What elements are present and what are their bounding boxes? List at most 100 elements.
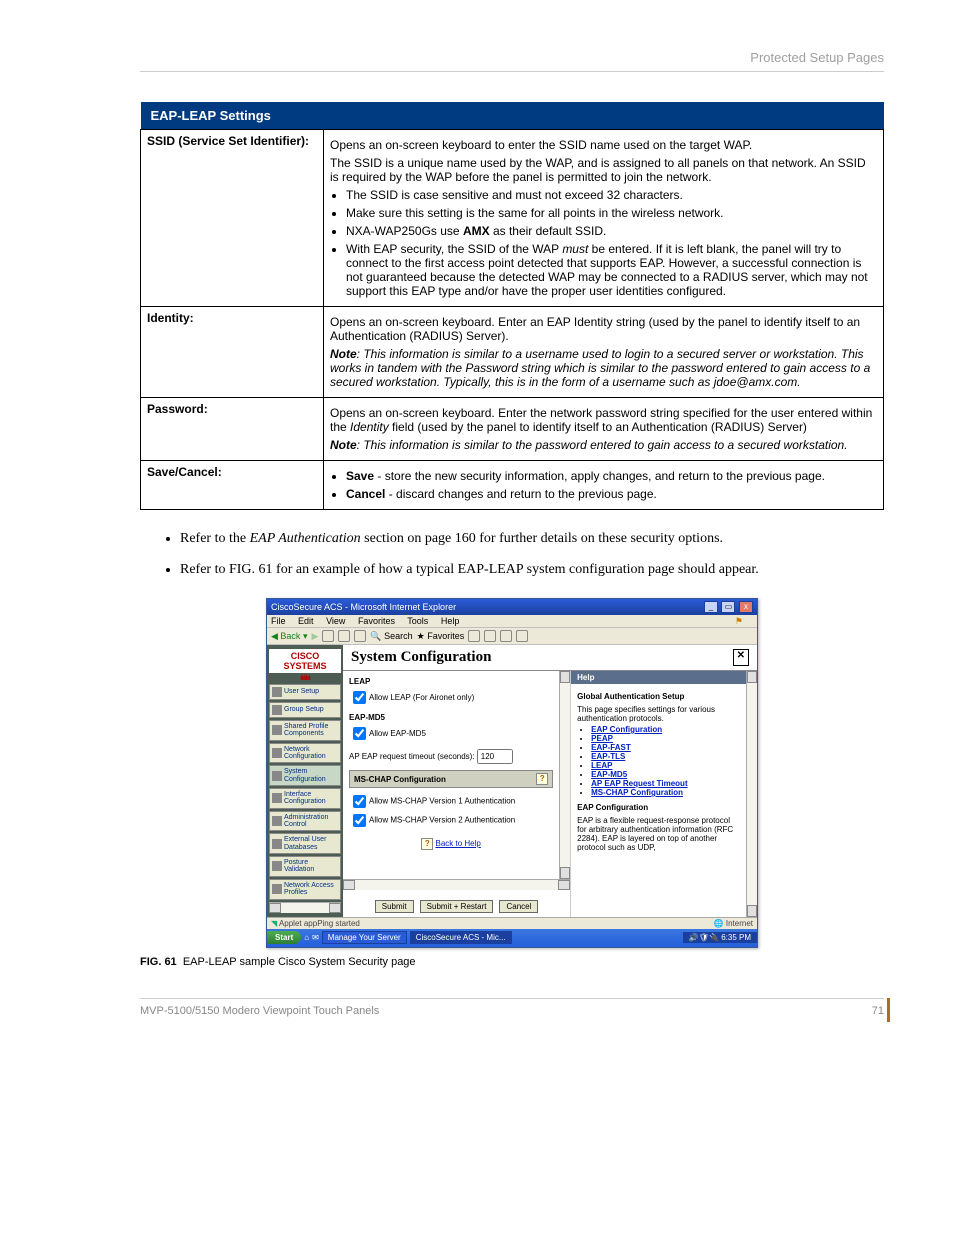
- sidebar-item-system-config[interactable]: System Configuration: [269, 765, 341, 786]
- text: Allow MS-CHAP Version 1 Authentication: [369, 797, 515, 806]
- sidebar-item-external-user[interactable]: External User Databases: [269, 833, 341, 854]
- minimize-icon[interactable]: _: [704, 601, 718, 613]
- text: field (used by the panel to identify its…: [389, 420, 807, 434]
- status-right: 🌐 Internet: [714, 919, 753, 928]
- sidebar-item-interface-config[interactable]: Interface Configuration: [269, 788, 341, 809]
- sidebar-item-user-setup[interactable]: User Setup: [269, 684, 341, 700]
- text: EAP Authentication: [250, 531, 361, 546]
- mschap-v1-checkbox[interactable]: Allow MS-CHAP Version 1 Authentication: [349, 792, 553, 811]
- allow-eapmd5-checkbox[interactable]: Allow EAP-MD5: [349, 729, 426, 738]
- home-icon[interactable]: [354, 630, 366, 642]
- submit-button[interactable]: Submit: [375, 900, 414, 913]
- label: AP EAP request timeout (seconds):: [349, 752, 475, 761]
- help-icon[interactable]: ?: [536, 773, 548, 785]
- help-link[interactable]: MS-CHAP Configuration: [591, 788, 683, 797]
- sidebar-item-shared-profile[interactable]: Shared Profile Components: [269, 720, 341, 741]
- menu-help[interactable]: Help: [441, 616, 460, 626]
- table-title: EAP-LEAP Settings: [141, 102, 884, 130]
- stop-icon[interactable]: [322, 630, 334, 642]
- text: CiscoSecure ACS - Mic...: [416, 933, 506, 942]
- text: Interface Configuration: [284, 791, 338, 806]
- help-link[interactable]: EAP-MD5: [591, 770, 627, 779]
- text: Allow EAP-MD5: [369, 729, 426, 738]
- sidebar-item-network-config[interactable]: Network Configuration: [269, 743, 341, 764]
- favorites-button[interactable]: ★ Favorites: [417, 631, 465, 642]
- icon: [272, 748, 282, 758]
- text: Identity: [350, 420, 389, 434]
- right-scrollbar[interactable]: [746, 671, 757, 917]
- mail-icon[interactable]: [484, 630, 496, 642]
- text: With EAP security, the SSID of the WAP m…: [346, 242, 877, 298]
- status-left: ◥ Applet appPing started: [271, 919, 360, 928]
- close-panel-button[interactable]: ✕: [733, 649, 749, 666]
- allow-leap-checkbox[interactable]: Allow LEAP (For Aironet only): [349, 693, 474, 702]
- savecancel-label: Save/Cancel:: [141, 461, 324, 510]
- window-controls: _ ▭ x: [703, 601, 753, 613]
- close-icon[interactable]: x: [739, 601, 753, 613]
- page-footer: MVP-5100/5150 Modero Viewpoint Touch Pan…: [140, 998, 884, 1017]
- icon: [272, 705, 282, 715]
- help-link[interactable]: LEAP: [591, 761, 612, 770]
- ap-timeout-input[interactable]: [477, 749, 513, 764]
- text: Shared Profile Components: [284, 723, 338, 738]
- text: External User Databases: [284, 836, 338, 851]
- cancel-button[interactable]: Cancel: [499, 900, 538, 913]
- print-icon[interactable]: [500, 630, 512, 642]
- quicklaunch-icon[interactable]: ✉: [312, 933, 319, 942]
- menu-favorites[interactable]: Favorites: [358, 616, 395, 626]
- forward-icon[interactable]: ▶: [311, 631, 318, 642]
- taskbar-item-active[interactable]: CiscoSecure ACS - Mic...: [410, 931, 512, 944]
- text: Back: [280, 631, 300, 641]
- quicklaunch-icon[interactable]: ⌂: [304, 933, 309, 942]
- help-link[interactable]: EAP-TLS: [591, 752, 625, 761]
- sidebar-item-group-setup[interactable]: Group Setup: [269, 702, 341, 718]
- windows-flag-icon: ⚑: [735, 616, 743, 627]
- body-bullets: Refer to the EAP Authentication section …: [180, 528, 884, 580]
- help-icon[interactable]: ?: [421, 838, 433, 850]
- text: as their default SSID.: [490, 224, 607, 238]
- figure-text: EAP-LEAP sample Cisco System Security pa…: [183, 956, 416, 968]
- text: section on page 160 for further details …: [361, 531, 723, 546]
- menu-file[interactable]: File: [271, 616, 286, 626]
- sidebar-item-posture-validation[interactable]: Posture Validation: [269, 856, 341, 877]
- page-section-header: Protected Setup Pages: [140, 50, 884, 72]
- refresh-icon[interactable]: [338, 630, 350, 642]
- text: Network Access Profiles: [284, 882, 338, 897]
- sidebar-scrollbar[interactable]: [269, 902, 341, 913]
- text: With EAP security, the SSID of the WAP: [346, 242, 562, 256]
- left-hscrollbar[interactable]: [343, 879, 570, 890]
- taskbar-item[interactable]: Manage Your Server: [322, 931, 407, 944]
- menu-tools[interactable]: Tools: [407, 616, 428, 626]
- maximize-icon[interactable]: ▭: [721, 601, 735, 613]
- identity-label: Identity:: [141, 307, 324, 398]
- sidebar-item-admin-control[interactable]: Administration Control: [269, 811, 341, 832]
- help-link[interactable]: AP EAP Request Timeout: [591, 779, 687, 788]
- text: Save - store the new security informatio…: [346, 469, 877, 483]
- edit-icon[interactable]: [516, 630, 528, 642]
- search-button[interactable]: 🔍 Search: [370, 631, 412, 642]
- help-link[interactable]: EAP-FAST: [591, 743, 631, 752]
- text: - discard changes and return to the prev…: [385, 487, 657, 501]
- mschap-header: MS-CHAP Configuration ?: [349, 770, 553, 788]
- text: Search: [384, 631, 413, 641]
- window-titlebar: CiscoSecure ACS - Microsoft Internet Exp…: [267, 599, 757, 615]
- start-button[interactable]: Start: [267, 931, 301, 944]
- help-link[interactable]: EAP Configuration: [591, 725, 662, 734]
- identity-content: Opens an on-screen keyboard. Enter an EA…: [324, 307, 884, 398]
- text: NXA-WAP250Gs use AMX as their default SS…: [346, 224, 877, 238]
- sidebar-item-network-access[interactable]: Network Access Profiles: [269, 879, 341, 900]
- text: Opens an on-screen keyboard. Enter the n…: [330, 406, 877, 434]
- help-link[interactable]: PEAP: [591, 734, 613, 743]
- password-label: Password:: [141, 398, 324, 461]
- mschap-v2-checkbox[interactable]: Allow MS-CHAP Version 2 Authentication: [349, 811, 553, 830]
- submit-restart-button[interactable]: Submit + Restart: [420, 900, 494, 913]
- text: : This information is similar to the pas…: [357, 438, 848, 452]
- text: System Configuration: [284, 768, 338, 783]
- menu-view[interactable]: View: [326, 616, 345, 626]
- history-icon[interactable]: [468, 630, 480, 642]
- left-scrollbar[interactable]: [559, 671, 570, 879]
- footer-page-number: 71: [872, 1005, 884, 1017]
- back-to-help-link[interactable]: Back to Help: [436, 839, 481, 848]
- menu-edit[interactable]: Edit: [298, 616, 314, 626]
- back-button[interactable]: ◀ Back ▾: [271, 631, 307, 642]
